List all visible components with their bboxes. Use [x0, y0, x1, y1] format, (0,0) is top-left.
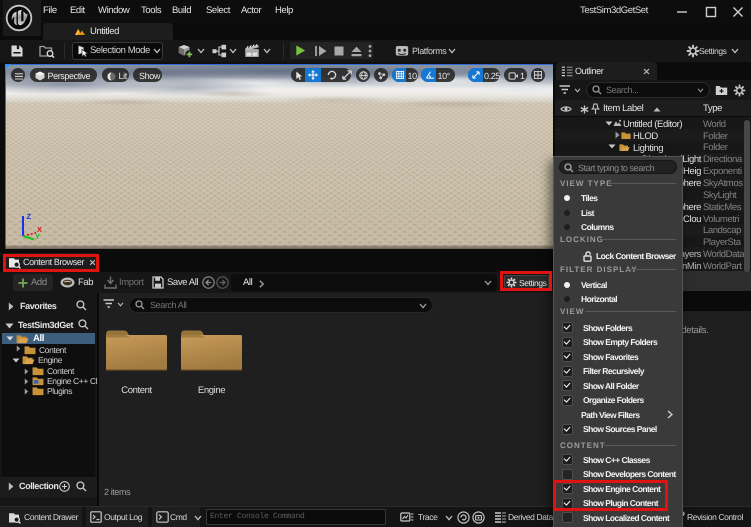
svg-text:Y: Y: [35, 232, 40, 241]
svg-text:Z: Z: [27, 212, 32, 221]
